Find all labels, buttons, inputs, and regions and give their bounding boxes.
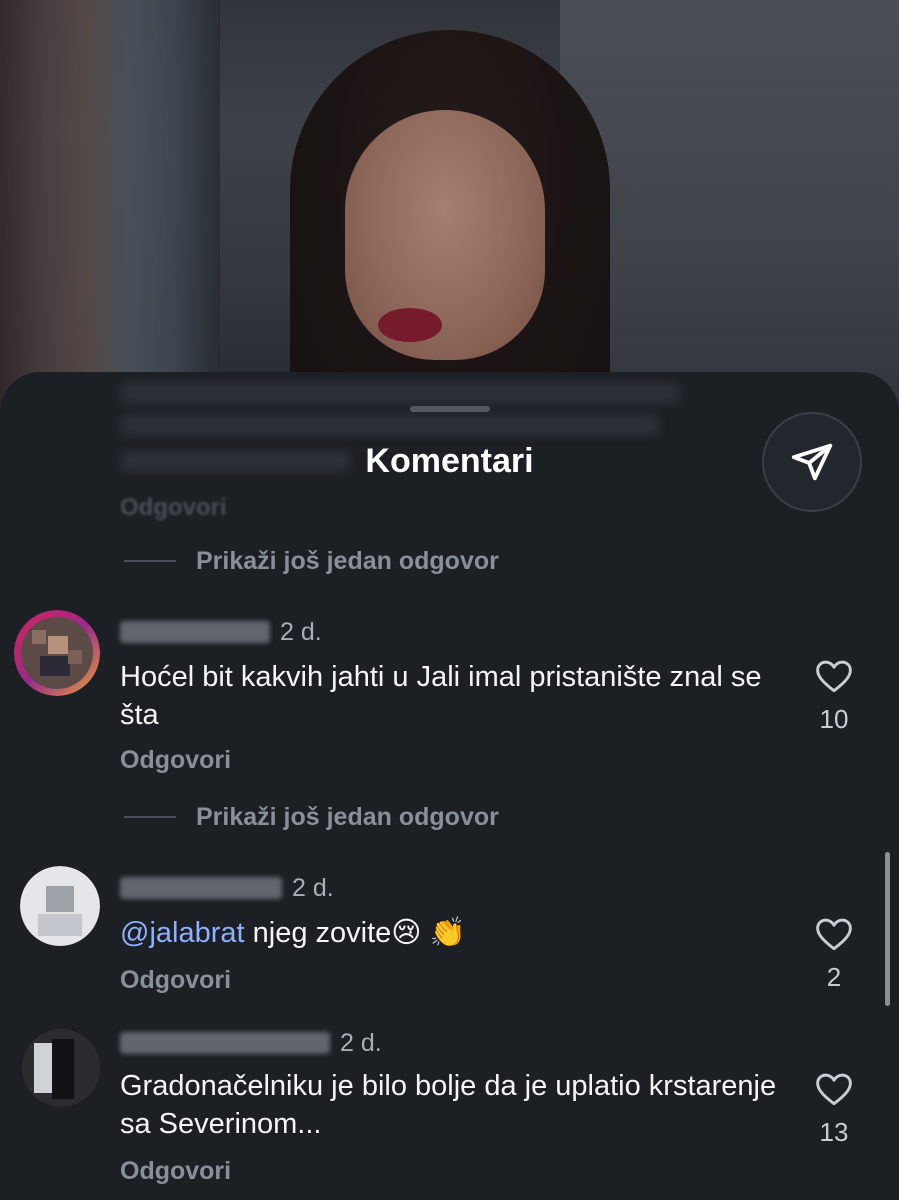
like-button[interactable]: 10 bbox=[808, 658, 860, 735]
faded-reply-button[interactable]: Odgovori bbox=[120, 494, 227, 522]
mention-link[interactable]: @jalabrat bbox=[120, 917, 245, 949]
reply-button[interactable]: Odgovori bbox=[120, 746, 231, 775]
paper-plane-icon bbox=[791, 443, 833, 481]
sheet-grabber[interactable] bbox=[410, 406, 490, 412]
username-blurred[interactable] bbox=[120, 1032, 330, 1054]
photo-dim-overlay bbox=[0, 0, 899, 420]
divider-line bbox=[124, 560, 176, 562]
post-background-photo bbox=[0, 0, 899, 420]
like-button[interactable]: 2 bbox=[808, 916, 860, 993]
divider-line bbox=[124, 816, 176, 818]
like-count: 2 bbox=[826, 962, 842, 992]
comment-time: 2 d. bbox=[340, 1028, 382, 1057]
avatar[interactable] bbox=[22, 1029, 100, 1107]
like-button[interactable]: 13 bbox=[808, 1071, 860, 1148]
comment-time: 2 d. bbox=[292, 873, 334, 902]
comment-time: 2 d. bbox=[280, 617, 322, 646]
like-count: 13 bbox=[819, 1117, 849, 1147]
heart-icon bbox=[816, 1073, 852, 1106]
avatar[interactable] bbox=[14, 610, 100, 696]
comment-text: Hoćel bit kakvih jahti u Jali imal prist… bbox=[120, 661, 762, 731]
scrollbar[interactable] bbox=[885, 852, 890, 1006]
send-button[interactable] bbox=[762, 412, 862, 512]
username-blurred[interactable] bbox=[120, 621, 270, 643]
show-more-replies-button[interactable]: Prikaži još jedan odgovor bbox=[124, 799, 499, 835]
faded-comment-line bbox=[120, 382, 680, 404]
comment-meta: 2 d. bbox=[120, 616, 322, 648]
comment-meta: 2 d. bbox=[120, 872, 334, 904]
like-count: 10 bbox=[819, 704, 849, 734]
comment-text-rest: njeg zovite😢 👏 bbox=[244, 917, 466, 949]
show-more-replies-button[interactable]: Prikaži još jedan odgovor bbox=[124, 543, 499, 579]
heart-icon bbox=[816, 918, 852, 951]
faded-comment-line bbox=[120, 414, 660, 436]
comment-text: @jalabrat njeg zovite😢 👏 bbox=[120, 914, 780, 952]
reply-button[interactable]: Odgovori bbox=[120, 1157, 231, 1186]
username-blurred[interactable] bbox=[120, 877, 282, 899]
show-more-replies-label: Prikaži još jedan odgovor bbox=[196, 802, 499, 831]
heart-icon bbox=[816, 660, 852, 693]
comment-text: Gradonačelniku je bilo bolje da je uplat… bbox=[120, 1070, 777, 1140]
reply-button[interactable]: Odgovori bbox=[120, 966, 231, 995]
show-more-replies-label: Prikaži još jedan odgovor bbox=[196, 546, 499, 575]
comment-meta: 2 d. bbox=[120, 1027, 382, 1059]
avatar[interactable] bbox=[20, 866, 100, 946]
